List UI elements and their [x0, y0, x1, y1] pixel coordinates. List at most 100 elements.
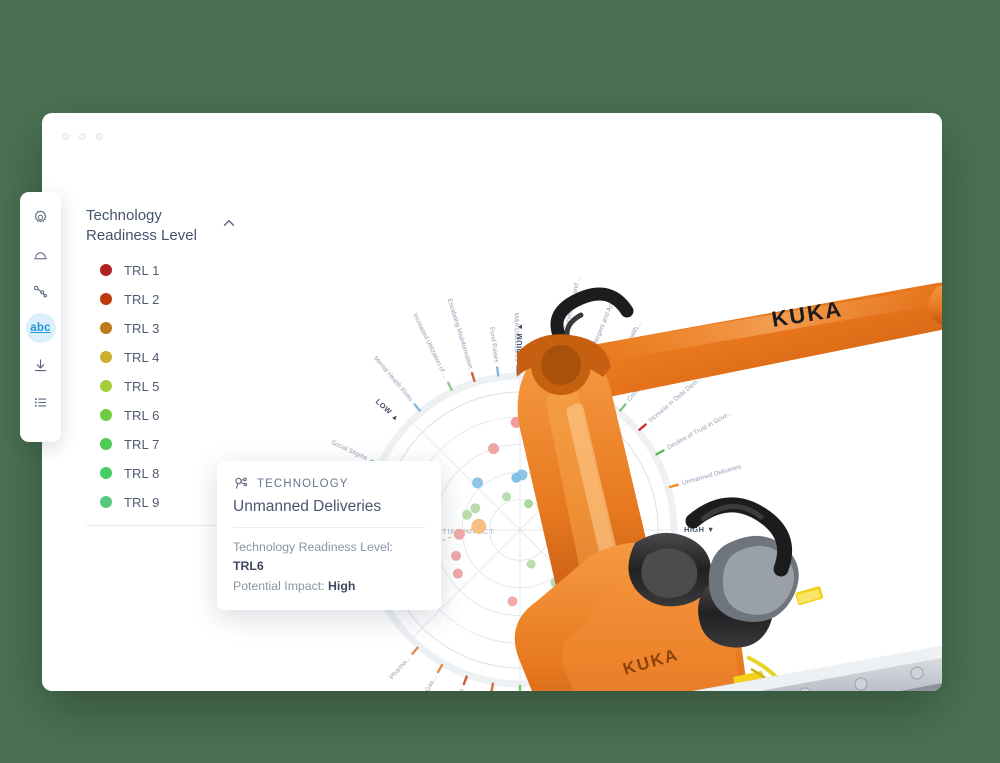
legend-item[interactable]: TRL 3 — [100, 314, 238, 343]
legend-item[interactable]: TRL 2 — [100, 285, 238, 314]
radar-point[interactable] — [542, 470, 554, 482]
radar-spoke-label[interactable]: Mental Health Risks — [372, 355, 414, 403]
radar-spoke-label[interactable]: Stress on Natural Gas... — [399, 675, 439, 691]
radar-spoke-tick[interactable] — [596, 386, 604, 397]
radar-point[interactable] — [550, 577, 561, 588]
radar-point[interactable] — [610, 469, 622, 481]
radar-point[interactable] — [592, 520, 603, 531]
radar-point[interactable] — [472, 477, 484, 489]
legend-swatch — [100, 438, 112, 451]
window-dot-minimize[interactable] — [79, 133, 86, 140]
legend-header[interactable]: Technology Readiness Level — [86, 206, 238, 246]
radar-spoke-tick[interactable] — [462, 675, 468, 686]
radar-spoke-label[interactable]: Social Stigma — [330, 439, 369, 462]
radar-spoke-label[interactable]: Cancelled Conference... — [683, 568, 751, 591]
radar-spoke-label[interactable]: Consumer Loyalty — [626, 358, 665, 403]
download-button[interactable] — [26, 350, 56, 380]
list-view-button[interactable] — [26, 387, 56, 417]
radar-spoke-label[interactable]: Talent Acquisition a... — [585, 683, 616, 691]
radar-point[interactable] — [510, 416, 522, 428]
radar-spoke-tick[interactable] — [577, 376, 583, 387]
radar-point[interactable] — [569, 556, 580, 567]
tooltip-row-trl: Technology Readiness Level: TRL6 — [233, 538, 425, 577]
radar-point[interactable] — [470, 503, 481, 514]
radar-spoke-tick[interactable] — [638, 423, 647, 431]
radar-spoke-tick[interactable] — [670, 566, 681, 571]
radar-spoke-label[interactable]: Disruption in Supply Ch... — [635, 649, 690, 691]
radar-point[interactable] — [583, 533, 594, 544]
gear-icon — [34, 210, 47, 222]
radar-spoke-tick[interactable] — [548, 681, 553, 691]
radar-spoke-tick[interactable] — [582, 671, 588, 682]
window-controls[interactable] — [62, 133, 103, 140]
radar-point[interactable] — [511, 472, 522, 483]
radar-point[interactable] — [524, 499, 534, 509]
radar-point[interactable] — [595, 445, 607, 457]
radar-spoke-tick[interactable] — [495, 366, 500, 377]
radar-spoke-tick[interactable] — [627, 641, 636, 650]
window-dot-maximize[interactable] — [96, 133, 103, 140]
legend-item[interactable]: TRL 1 — [100, 256, 238, 285]
radar-spoke-label[interactable]: Fund Raises — [488, 327, 500, 364]
arch-icon — [33, 251, 48, 259]
arch-view-button[interactable] — [26, 239, 56, 269]
radar-point[interactable] — [502, 492, 512, 502]
radar-spoke-label[interactable]: Decline of Trust in Gove... — [666, 409, 734, 451]
legend-list: TRL 1 TRL 2 TRL 3 TRL 4 TRL 5 TRL 6 TRL 7 TRL 8… — [86, 256, 238, 517]
chevron-up-icon[interactable] — [220, 214, 238, 232]
radar-spoke-tick[interactable] — [490, 682, 495, 691]
settings-button[interactable] — [26, 202, 56, 232]
radar-spoke-label[interactable]: Mobility Challenges — [655, 627, 704, 665]
radar-point-selected[interactable] — [471, 518, 487, 534]
legend-title: Technology Readiness Level — [86, 207, 197, 244]
legend-item[interactable]: TRL 6 — [100, 401, 238, 430]
radar-spoke-tick[interactable] — [436, 663, 444, 674]
radar-point[interactable] — [461, 509, 472, 520]
radar-tier-label: HIGH ▼ — [684, 525, 714, 534]
network-view-button[interactable] — [26, 276, 56, 306]
radar-point[interactable] — [609, 495, 621, 507]
radar-spoke-label[interactable]: Pharma... — [388, 655, 412, 681]
legend-item[interactable]: TRL 5 — [100, 372, 238, 401]
radar-spoke-label[interactable]: Government Surveillance and ... — [555, 275, 582, 366]
radar-spoke-label[interactable]: Eroding Trust in Health... — [602, 321, 643, 386]
radar-spoke-label[interactable]: Escalating Misinformation — [446, 298, 474, 370]
legend-item[interactable]: TRL 4 — [100, 343, 238, 372]
radar-spoke-tick[interactable] — [446, 381, 453, 391]
legend-swatch — [100, 496, 112, 509]
radar-spoke-tick[interactable] — [470, 371, 476, 383]
radar-spoke-label[interactable]: Cyber Threats — [445, 688, 465, 691]
radar-spoke-label[interactable]: Unmanned Deliveries — [682, 463, 743, 487]
radar-spoke-tick[interactable] — [660, 594, 670, 601]
legend-item-label: TRL 4 — [124, 349, 160, 365]
legend-item[interactable]: TRL 7 — [100, 430, 238, 459]
radar-point[interactable] — [558, 567, 569, 578]
radar-point[interactable] — [452, 568, 463, 579]
tooltip-row-trl-value: TRL6 — [233, 559, 264, 574]
radar-point[interactable] — [488, 443, 500, 455]
radar-point[interactable] — [451, 550, 462, 561]
radar-spoke-tick[interactable] — [619, 403, 627, 412]
radar-point[interactable] — [542, 426, 554, 438]
tooltip-kicker: TECHNOLOGY — [257, 477, 349, 490]
radar-point[interactable] — [573, 455, 584, 466]
window-dot-close[interactable] — [62, 133, 69, 140]
radar-point[interactable] — [558, 457, 569, 468]
tooltip-row-trl-label: Technology Readiness Level: — [233, 540, 393, 554]
radar-point[interactable] — [577, 545, 588, 556]
radar-spoke-tick[interactable] — [411, 646, 419, 655]
radar-spoke-label[interactable]: Increased Utilization of ... — [411, 312, 449, 380]
radar-point[interactable] — [526, 559, 536, 569]
radar-spoke-label[interactable]: Energy loan defaults — [611, 668, 649, 691]
radar-spoke-tick[interactable] — [606, 658, 613, 668]
radar-spoke-tick[interactable] — [645, 620, 654, 628]
radar-point[interactable] — [507, 596, 518, 607]
radar-spoke-label[interactable]: Increase in Debt Dem... — [647, 376, 703, 425]
radar-spoke-tick[interactable] — [413, 403, 421, 412]
radar-spoke-tick[interactable] — [655, 449, 665, 456]
legend-swatch — [100, 467, 112, 480]
radar-spoke-label[interactable]: Curtailment of Travel a... — [672, 598, 738, 634]
labels-button[interactable]: abc — [25, 313, 56, 343]
radar-spoke-tick[interactable] — [668, 483, 679, 489]
radar-point[interactable] — [596, 510, 607, 521]
